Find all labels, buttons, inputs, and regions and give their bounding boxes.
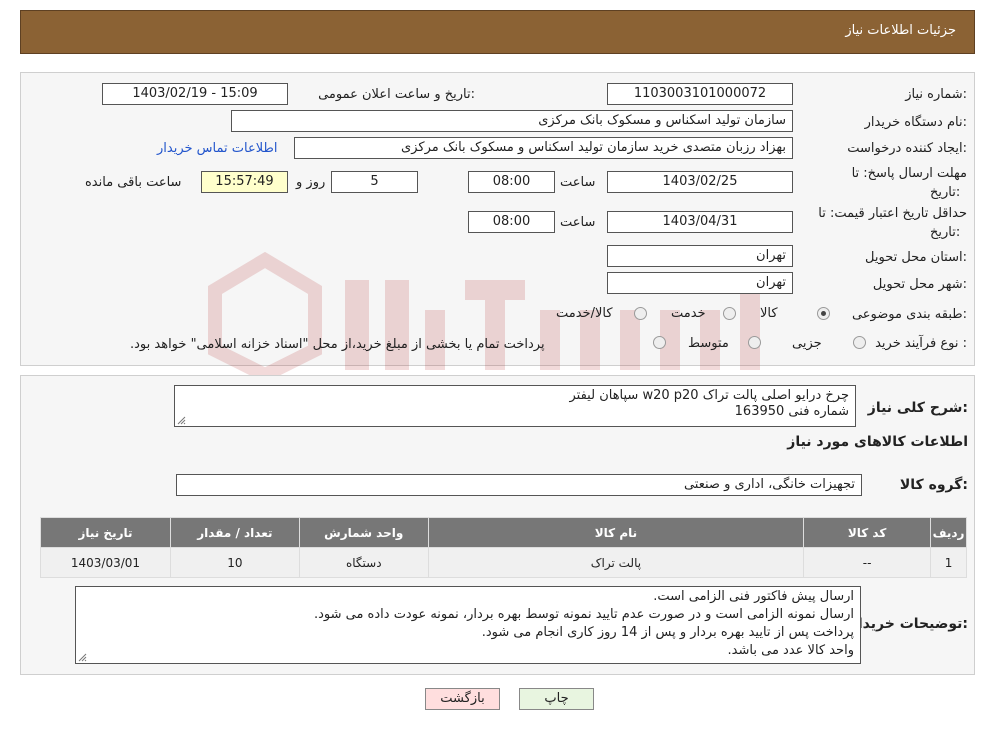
remaining-time-field: 15:57:49 (201, 171, 288, 193)
announce-field: 1403/02/19 - 15:09 (102, 83, 288, 105)
summary-line-2: شماره فنی 163950 (734, 404, 849, 419)
announce-label: تاریخ و ساعت اعلان عمومی: (318, 87, 475, 102)
need-number-field: 1103003101000072 (607, 83, 793, 105)
back-button[interactable]: بازگشت (425, 688, 500, 710)
summary-line-1: چرخ درایو اصلی پالت تراک w20 p20 سپاهان … (569, 388, 850, 403)
process-radio-medium[interactable] (748, 336, 761, 349)
print-button[interactable]: چاپ (519, 688, 594, 710)
col-row-number: ردیف (930, 517, 967, 548)
category-radio-service[interactable] (723, 307, 736, 320)
cell-need-date: 1403/03/01 (40, 547, 171, 578)
buyer-note-line: پرداخت پس از تایید بهره بردار و پس از 14… (481, 625, 854, 640)
creator-label: ایجاد کننده درخواست: (847, 141, 967, 156)
need-number-label: شماره نیاز: (905, 87, 967, 102)
buyer-contact-link[interactable]: اطلاعات تماس خریدار (157, 141, 277, 156)
category-label: طبقه بندی موضوعی: (851, 307, 967, 322)
summary-textarea[interactable]: چرخ درایو اصلی پالت تراک w20 p20 سپاهان … (174, 385, 856, 427)
cell-quantity: 10 (169, 547, 300, 578)
page-header: جزئیات اطلاعات نیاز (20, 10, 975, 54)
buyer-note-line: واحد کالا عدد می باشد. (727, 643, 854, 658)
process-radio-treasury[interactable] (653, 336, 666, 349)
buyer-note-line: ارسال پیش فاکتور فنی الزامی است. (653, 589, 854, 604)
reply-date-field: 1403/02/25 (607, 171, 793, 193)
resize-handle-icon[interactable] (77, 652, 87, 662)
page-title: جزئیات اطلاعات نیاز (845, 23, 956, 38)
process-label: نوع فرآیند خرید : (875, 336, 967, 351)
col-item-code: کد کالا (803, 517, 932, 548)
creator-field: بهزاد رزبان متصدی خرید سازمان تولید اسکن… (294, 137, 793, 159)
process-option-partial: جزیی (792, 336, 822, 351)
reply-time-field: 08:00 (468, 171, 555, 193)
process-radio-partial[interactable] (853, 336, 866, 349)
province-label: استان محل تحویل: (865, 250, 967, 265)
goods-table: ردیف کد کالا نام کالا واحد شمارش تعداد /… (40, 517, 967, 578)
price-time-field: 08:00 (468, 211, 555, 233)
price-time-label: ساعت (560, 215, 596, 230)
price-validity-label: حداقل تاریخ اعتبار قیمت: تا (818, 206, 967, 221)
cell-row-number: 1 (930, 547, 967, 578)
buyer-org-field: سازمان تولید اسکناس و مسکوک بانک مرکزی (231, 110, 793, 132)
goods-info-title: اطلاعات کالاهای مورد نیاز (787, 434, 968, 450)
col-item-name: نام کالا (427, 517, 805, 548)
province-field: تهران (607, 245, 793, 267)
reply-deadline-label-2: تاریخ: (930, 185, 961, 200)
category-radio-goods[interactable] (817, 307, 830, 320)
goods-group-field: تجهیزات خانگی، اداری و صنعتی (176, 474, 862, 496)
buyer-note-line: ارسال نمونه الزامی است و در صورت عدم تای… (313, 607, 854, 622)
summary-label: شرح کلی نیاز: (867, 400, 968, 416)
buyer-notes-textarea[interactable]: ارسال پیش فاکتور فنی الزامی است. ارسال ن… (75, 586, 861, 664)
cell-item-code: -- (803, 547, 932, 578)
city-label: شهر محل تحویل: (872, 277, 967, 292)
process-note: پرداخت تمام یا بخشی از مبلغ خرید،از محل … (130, 337, 545, 352)
reply-time-label: ساعت (560, 175, 596, 190)
resize-handle-icon[interactable] (176, 415, 186, 425)
process-option-medium: متوسط (688, 336, 729, 351)
category-option-goods: کالا (760, 306, 778, 321)
col-quantity: تعداد / مقدار (169, 517, 300, 548)
col-unit: واحد شمارش (298, 517, 429, 548)
goods-table-header: ردیف کد کالا نام کالا واحد شمارش تعداد /… (40, 517, 967, 548)
category-option-service: خدمت (671, 306, 706, 321)
goods-group-label: گروه کالا: (899, 477, 968, 493)
table-row: 1 -- پالت تراک دستگاه 10 1403/03/01 (40, 547, 967, 578)
category-option-goods-service: کالا/خدمت (556, 306, 613, 321)
reply-deadline-label: مهلت ارسال پاسخ: تا (851, 166, 967, 181)
city-field: تهران (607, 272, 793, 294)
col-need-date: تاریخ نیاز (40, 517, 171, 548)
days-field: 5 (331, 171, 418, 193)
category-radio-goods-service[interactable] (634, 307, 647, 320)
days-label: روز و (296, 175, 326, 190)
buyer-org-label: نام دستگاه خریدار: (864, 115, 967, 130)
price-date-field: 1403/04/31 (607, 211, 793, 233)
remaining-time-label: ساعت باقی مانده (85, 175, 182, 190)
price-validity-label-2: تاریخ: (930, 225, 961, 240)
cell-item-name: پالت تراک (427, 547, 805, 578)
cell-unit: دستگاه (298, 547, 429, 578)
